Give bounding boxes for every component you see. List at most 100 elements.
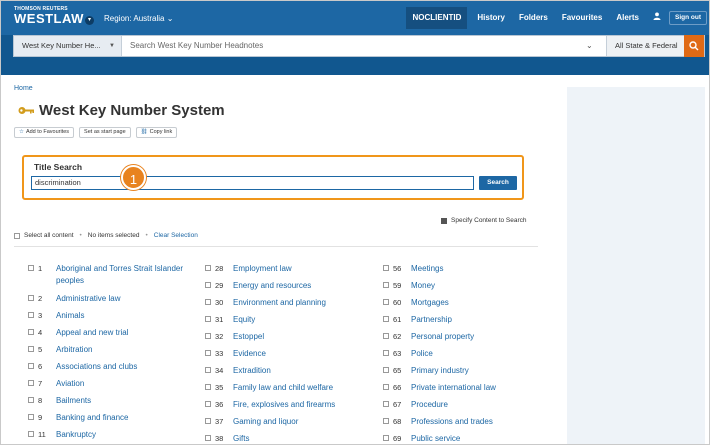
topic-link[interactable]: Associations and clubs bbox=[56, 361, 137, 373]
topic-checkbox[interactable] bbox=[28, 312, 34, 318]
sign-out-button[interactable]: Sign out bbox=[669, 11, 707, 25]
clear-selection-link[interactable]: Clear Selection bbox=[154, 232, 198, 239]
topic-checkbox[interactable] bbox=[383, 299, 389, 305]
region-label: Region: Australia bbox=[104, 14, 165, 23]
topic-checkbox[interactable] bbox=[205, 282, 211, 288]
topic-link[interactable]: Aboriginal and Torres Strait Islander pe… bbox=[56, 263, 186, 287]
user-icon[interactable] bbox=[646, 7, 666, 29]
topic-checkbox[interactable] bbox=[383, 265, 389, 271]
topic-link[interactable]: Money bbox=[411, 280, 435, 292]
topic-link[interactable]: Administrative law bbox=[56, 293, 120, 305]
topic-checkbox[interactable] bbox=[205, 350, 211, 356]
topic-link[interactable]: Equity bbox=[233, 314, 255, 326]
topic-link[interactable]: Personal property bbox=[411, 331, 474, 343]
topic-item: 5 Arbitration bbox=[28, 344, 186, 361]
topic-link[interactable]: Estoppel bbox=[233, 331, 264, 343]
topic-checkbox[interactable] bbox=[205, 333, 211, 339]
topic-link[interactable]: Mortgages bbox=[411, 297, 449, 309]
topic-link[interactable]: Private international law bbox=[411, 382, 496, 394]
topic-checkbox[interactable] bbox=[383, 384, 389, 390]
topic-link[interactable]: Energy and resources bbox=[233, 280, 311, 292]
topic-link[interactable]: Police bbox=[411, 348, 433, 360]
topic-item: 34 Extradition bbox=[205, 365, 335, 382]
nav-client-id[interactable]: NOCLIENTID bbox=[406, 7, 468, 29]
topic-link[interactable]: Extradition bbox=[233, 365, 271, 377]
topic-link[interactable]: Employment law bbox=[233, 263, 292, 275]
breadcrumb-home[interactable]: Home bbox=[14, 85, 33, 92]
topic-checkbox[interactable] bbox=[383, 401, 389, 407]
topic-checkbox[interactable] bbox=[205, 401, 211, 407]
topic-checkbox[interactable] bbox=[383, 333, 389, 339]
topic-link[interactable]: Professions and trades bbox=[411, 416, 493, 428]
checkbox-checked[interactable] bbox=[441, 217, 447, 224]
topic-checkbox[interactable] bbox=[205, 316, 211, 322]
jurisdiction-selector[interactable]: All State & Federal bbox=[606, 36, 686, 56]
topic-checkbox[interactable] bbox=[205, 418, 211, 424]
topic-link[interactable]: Environment and planning bbox=[233, 297, 326, 309]
search-icon[interactable] bbox=[684, 35, 704, 57]
chevron-down-icon[interactable]: ⌄ bbox=[586, 36, 593, 56]
topic-checkbox[interactable] bbox=[28, 363, 34, 369]
topic-checkbox[interactable] bbox=[383, 282, 389, 288]
topic-checkbox[interactable] bbox=[383, 435, 389, 441]
topic-checkbox[interactable] bbox=[28, 414, 34, 420]
topic-item: 67 Procedure bbox=[383, 399, 496, 416]
topic-checkbox[interactable] bbox=[383, 367, 389, 373]
topic-link[interactable]: Partnership bbox=[411, 314, 452, 326]
topic-item: 36 Fire, explosives and firearms bbox=[205, 399, 335, 416]
title-search-input[interactable]: discrimination bbox=[31, 176, 474, 190]
nav-history[interactable]: History bbox=[470, 7, 512, 29]
search-scope-dropdown[interactable]: West Key Number He... ▼ bbox=[14, 36, 122, 56]
topic-checkbox[interactable] bbox=[28, 380, 34, 386]
topic-link[interactable]: Banking and finance bbox=[56, 412, 129, 424]
topic-link[interactable]: Primary industry bbox=[411, 365, 469, 377]
add-to-favourites-button[interactable]: ☆ Add to Favourites bbox=[14, 127, 75, 138]
topic-link[interactable]: Gaming and liquor bbox=[233, 416, 298, 428]
topic-link[interactable]: Meetings bbox=[411, 263, 443, 275]
topic-link[interactable]: Arbitration bbox=[56, 344, 92, 356]
topic-link[interactable]: Appeal and new trial bbox=[56, 327, 129, 339]
topic-checkbox[interactable] bbox=[205, 367, 211, 373]
topic-link[interactable]: Bailments bbox=[56, 395, 91, 407]
topic-checkbox[interactable] bbox=[28, 265, 34, 271]
topic-item: 65 Primary industry bbox=[383, 365, 496, 382]
topic-link[interactable]: Procedure bbox=[411, 399, 448, 411]
topic-checkbox[interactable] bbox=[28, 329, 34, 335]
specify-content-checkbox[interactable]: Specify Content to Search bbox=[441, 217, 527, 224]
nav-folders[interactable]: Folders bbox=[512, 7, 555, 29]
topic-number: 66 bbox=[393, 383, 402, 392]
topic-checkbox[interactable] bbox=[205, 384, 211, 390]
topic-item: 38 Gifts bbox=[205, 433, 335, 444]
select-all-checkbox[interactable] bbox=[14, 232, 20, 239]
westlaw-logo[interactable]: THOMSON REUTERS WESTLAW bbox=[14, 6, 84, 26]
topic-link[interactable]: Gifts bbox=[233, 433, 249, 444]
topic-checkbox[interactable] bbox=[205, 265, 211, 271]
copy-link-button[interactable]: ⛓ Copy link bbox=[135, 127, 178, 138]
set-start-page-button[interactable]: Set as start page bbox=[79, 127, 131, 138]
topic-number: 8 bbox=[38, 396, 43, 405]
separator-dot: • bbox=[145, 232, 148, 239]
topic-link[interactable]: Bankruptcy bbox=[56, 429, 96, 441]
topic-checkbox[interactable] bbox=[28, 346, 34, 352]
topic-checkbox[interactable] bbox=[205, 299, 211, 305]
topic-link[interactable]: Public service bbox=[411, 433, 460, 444]
topic-checkbox[interactable] bbox=[205, 435, 211, 441]
topic-link[interactable]: Evidence bbox=[233, 348, 266, 360]
nav-alerts[interactable]: Alerts bbox=[609, 7, 646, 29]
topic-checkbox[interactable] bbox=[28, 295, 34, 301]
topic-checkbox[interactable] bbox=[383, 316, 389, 322]
topic-link[interactable]: Animals bbox=[56, 310, 84, 322]
topic-column-1: 1 Aboriginal and Torres Strait Islander p… bbox=[28, 263, 186, 444]
topic-link[interactable]: Fire, explosives and firearms bbox=[233, 399, 335, 411]
topic-checkbox[interactable] bbox=[28, 431, 34, 437]
topic-checkbox[interactable] bbox=[28, 397, 34, 403]
topic-checkbox[interactable] bbox=[383, 350, 389, 356]
chevron-down-icon[interactable]: ▾ bbox=[85, 16, 94, 25]
title-search-button[interactable]: Search bbox=[479, 176, 517, 190]
topic-link[interactable]: Aviation bbox=[56, 378, 84, 390]
topic-checkbox[interactable] bbox=[383, 418, 389, 424]
topic-link[interactable]: Family law and child welfare bbox=[233, 382, 333, 394]
nav-favourites[interactable]: Favourites bbox=[555, 7, 609, 29]
global-search-input[interactable]: Search West Key Number Headnotes bbox=[130, 36, 590, 56]
region-selector[interactable]: Region: Australia ⌄ bbox=[104, 14, 173, 23]
